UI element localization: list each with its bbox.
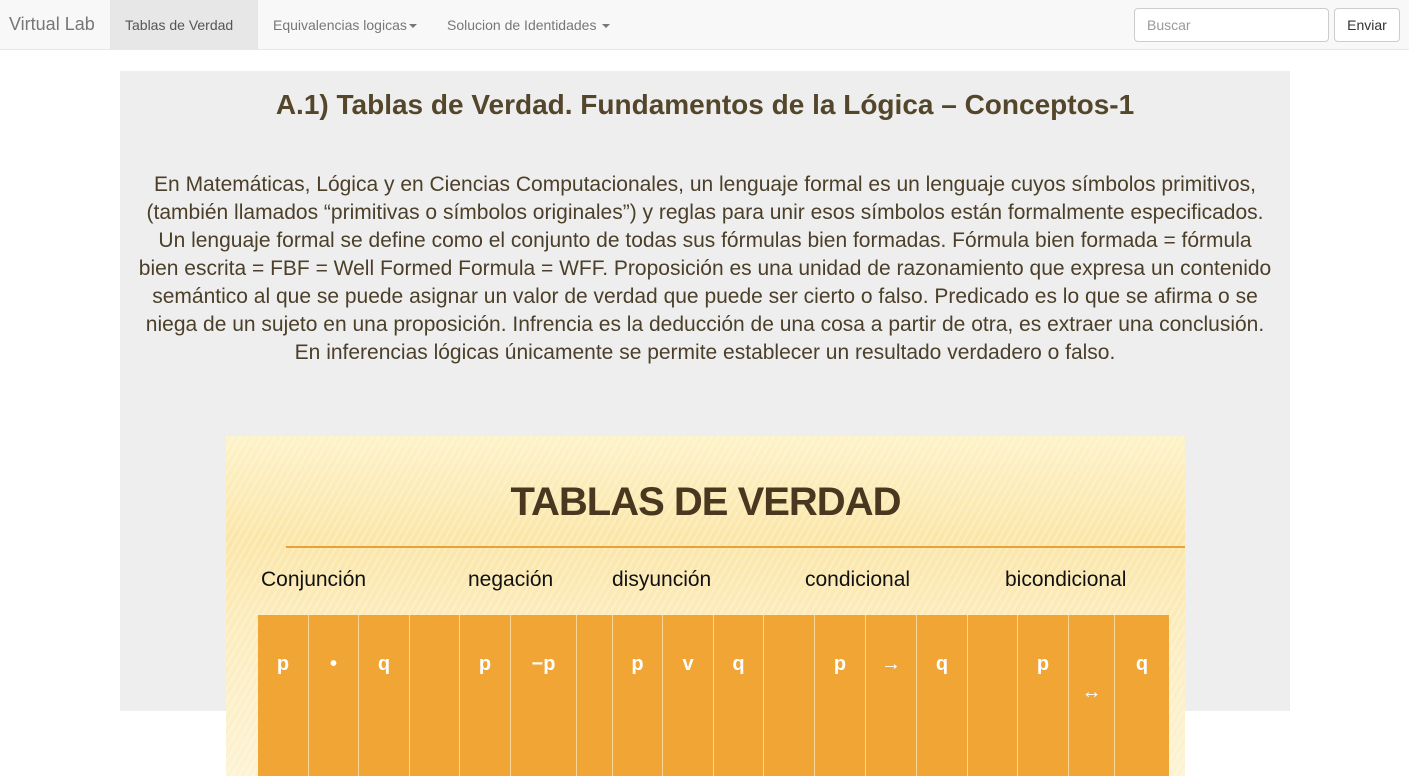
header-cell bbox=[410, 615, 460, 776]
truth-tables-infographic: TABLAS DE VERDAD Conjunción negación dis… bbox=[226, 436, 1185, 776]
header-cell: q bbox=[359, 615, 410, 776]
page-title: A.1) Tablas de Verdad. Fundamentos de la… bbox=[275, 89, 1135, 120]
header-cell: p bbox=[258, 615, 309, 776]
header-cell: q bbox=[714, 615, 764, 776]
header-cell: → bbox=[866, 615, 917, 776]
header-cell: p bbox=[613, 615, 663, 776]
header-cell: p bbox=[815, 615, 866, 776]
label-disyuncion: disyunción bbox=[612, 568, 712, 591]
header-cell: v bbox=[663, 615, 714, 776]
intro-text: En Matemáticas, Lógica y en Ciencias Com… bbox=[138, 173, 1272, 364]
header-cell bbox=[764, 615, 815, 776]
navbar: Virtual Lab Tablas de Verdad Equivalenci… bbox=[0, 0, 1409, 79]
label-negacion: negación bbox=[468, 568, 554, 591]
brand-link[interactable]: Virtual Lab bbox=[9, 14, 95, 35]
header-cell: p bbox=[1018, 615, 1069, 776]
label-bicondicional: bicondicional bbox=[1005, 568, 1127, 591]
header-cell: −p bbox=[511, 615, 577, 776]
nav-solucion-de-identidades[interactable]: Solucion de Identidades bbox=[432, 0, 625, 50]
header-cell: q bbox=[917, 615, 968, 776]
header-cell: ↔ bbox=[1069, 615, 1115, 776]
header-cell: q bbox=[1135, 653, 1149, 675]
header-cell: p bbox=[460, 615, 511, 776]
label-conjuncion: Conjunción bbox=[261, 568, 367, 591]
label-condicional: condicional bbox=[805, 568, 911, 591]
header-cell bbox=[577, 615, 613, 776]
search-input[interactable] bbox=[1134, 8, 1329, 42]
nav-tablas-de-verdad[interactable]: Tablas de Verdad bbox=[110, 0, 258, 79]
send-button[interactable]: Enviar bbox=[1334, 8, 1400, 42]
infographic-title: TABLAS DE VERDAD bbox=[510, 480, 902, 524]
chevron-down-icon bbox=[602, 24, 611, 29]
header-cell: • bbox=[309, 615, 359, 776]
truth-table: p • q p −p p v q p → q p ↔ q bbox=[258, 615, 1169, 776]
divider bbox=[286, 546, 1185, 548]
header-cell bbox=[968, 615, 1018, 776]
nav-label: Equivalencias logicas bbox=[273, 17, 407, 33]
nav-equivalencias-logicas[interactable]: Equivalencias logicas bbox=[258, 0, 432, 50]
chevron-down-icon bbox=[408, 24, 417, 29]
content-panel: A.1) Tablas de Verdad. Fundamentos de la… bbox=[120, 71, 1290, 776]
nav-label: Solucion de Identidades bbox=[447, 17, 597, 33]
nav-label: Tablas de Verdad bbox=[125, 17, 234, 33]
